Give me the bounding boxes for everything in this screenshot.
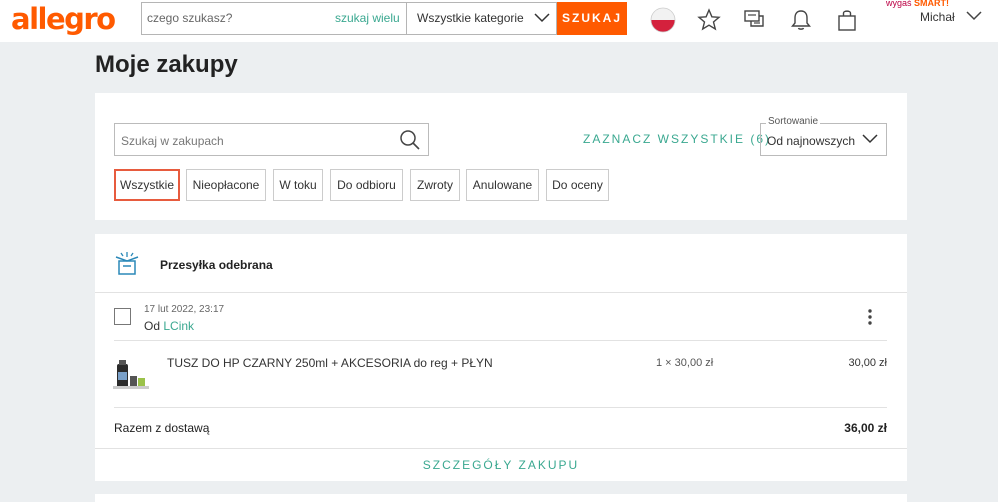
page-title: Moje zakupy (95, 51, 238, 78)
search-bar: czego szukasz? szukaj wielu Wszystkie ka… (141, 2, 557, 35)
package-icon (115, 252, 139, 275)
seller-prefix: Od (144, 319, 161, 333)
tab-zwroty[interactable]: Zwroty (410, 169, 460, 201)
purchase-search-placeholder: Szukaj w zakupach (121, 134, 224, 148)
divider (114, 340, 887, 341)
search-icon[interactable] (399, 129, 421, 151)
order-date: 17 lut 2022, 23:17 (144, 304, 225, 315)
filter-panel: Szukaj w zakupach ZAZNACZ WSZYSTKIE (6) … (95, 93, 907, 220)
tab-anulowane[interactable]: Anulowane (466, 169, 539, 201)
order-checkbox[interactable] (114, 308, 131, 325)
chevron-down-icon (534, 13, 550, 23)
product-quantity-price: 1 × 30,00 zł (656, 357, 714, 369)
order-status-row: Przesyłka odebrana (95, 234, 907, 293)
divider (114, 407, 887, 408)
total-value: 36,00 zł (844, 421, 887, 435)
tab-do-oceny[interactable]: Do oceny (546, 169, 609, 201)
product-price: 30,00 zł (848, 357, 887, 369)
smart-prefix: wygaś (886, 0, 912, 8)
search-button[interactable]: SZUKAJ (557, 2, 627, 35)
select-all-link[interactable]: ZAZNACZ WSZYSTKIE (6) (583, 132, 771, 146)
category-select[interactable]: Wszystkie kategorie (406, 3, 558, 34)
shopping-bag-icon[interactable] (834, 7, 860, 33)
sort-value: Od najnowszych (767, 134, 856, 148)
sort-label: Sortowanie (766, 116, 821, 127)
smart-label: SMART! (914, 0, 950, 8)
order-status: Przesyłka odebrana (160, 258, 273, 272)
sort-select[interactable]: Sortowanie Od najnowszych (760, 116, 887, 156)
tab-w-toku[interactable]: W toku (273, 169, 323, 201)
order-seller: Od LCink (144, 319, 194, 333)
smart-badge[interactable]: wygaś SMART! (886, 0, 949, 8)
tab-do-odbioru[interactable]: Do odbioru (330, 169, 403, 201)
product-name[interactable]: TUSZ DO HP CZARNY 250ml + AKCESORIA do r… (167, 356, 493, 370)
more-vertical-icon[interactable] (866, 308, 874, 326)
seller-link[interactable]: LCink (163, 319, 194, 333)
chevron-down-icon[interactable] (966, 11, 982, 21)
top-bar: allegro czego szukasz? szukaj wielu Wszy… (0, 0, 998, 42)
next-order-card (95, 494, 907, 502)
multi-search-link[interactable]: szukaj wielu (335, 11, 400, 25)
search-input[interactable]: czego szukasz? (147, 11, 232, 25)
order-details-link[interactable]: SZCZEGÓŁY ZAKUPU (95, 448, 907, 481)
tab-nieoplacone[interactable]: Nieopłacone (186, 169, 266, 201)
flag-poland-icon[interactable] (650, 7, 676, 33)
user-name[interactable]: Michał (920, 10, 955, 24)
order-card: Przesyłka odebrana 17 lut 2022, 23:17 Od… (95, 234, 907, 481)
bell-icon[interactable] (788, 7, 814, 33)
total-label: Razem z dostawą (114, 421, 210, 435)
tab-wszystkie[interactable]: Wszystkie (114, 169, 180, 201)
allegro-logo[interactable]: allegro (11, 2, 116, 36)
chevron-down-icon (862, 134, 878, 144)
purchase-search-input[interactable]: Szukaj w zakupach (114, 123, 429, 156)
star-icon[interactable] (696, 7, 722, 33)
chat-icon[interactable] (742, 7, 768, 33)
product-thumbnail[interactable] (113, 358, 149, 390)
category-label: Wszystkie kategorie (417, 11, 524, 25)
